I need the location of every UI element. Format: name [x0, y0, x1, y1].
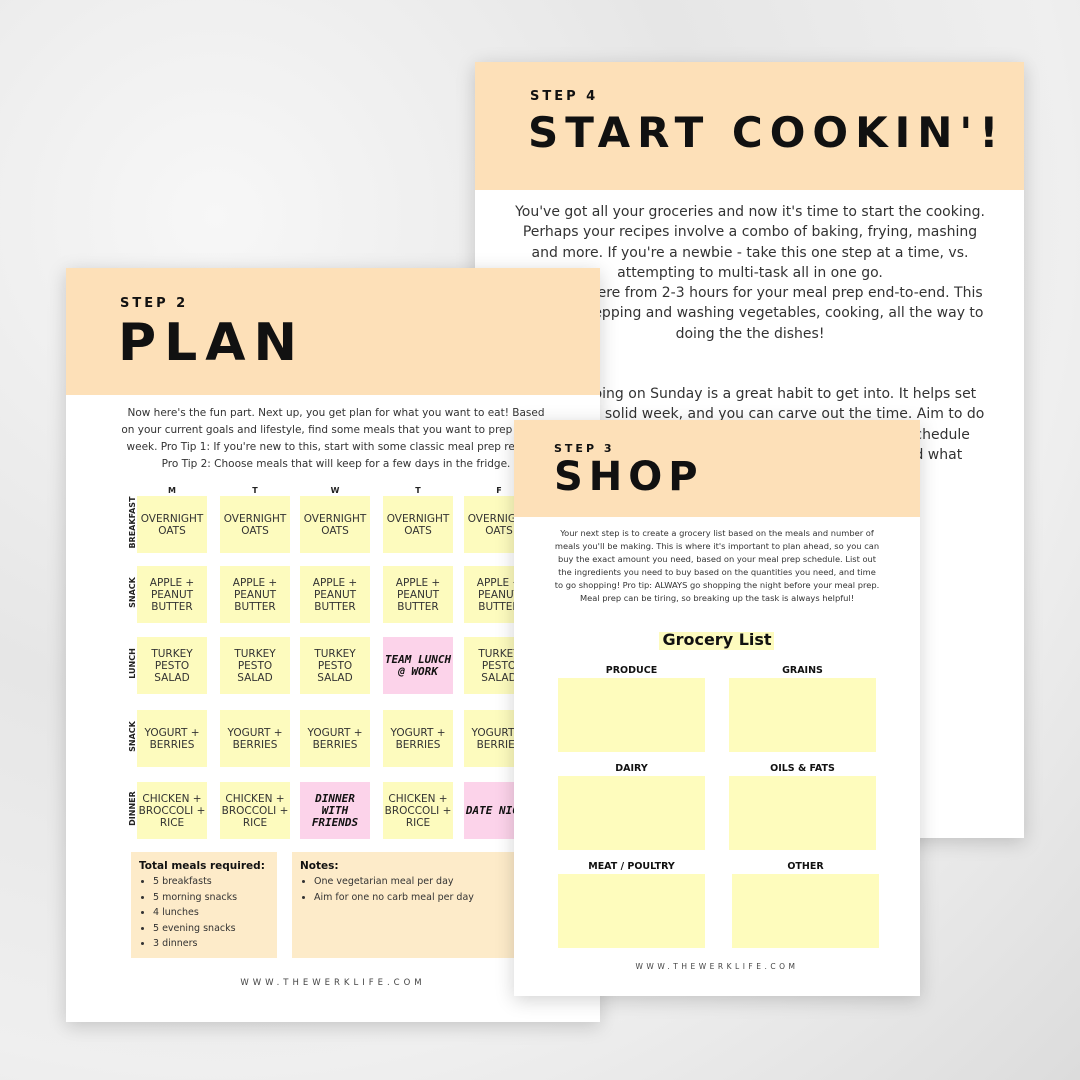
footer-url: WWW.THEWERKLIFE.COM: [635, 962, 799, 971]
step3-page: STEP 3 SHOP Your next step is to create …: [514, 420, 920, 996]
grocery-box[interactable]: [558, 874, 705, 948]
intro-text: Now here's the fun part. Next up, you ge…: [121, 407, 551, 470]
meal-cell[interactable]: DINNER WITH FRIENDS: [300, 782, 370, 839]
meal-cell[interactable]: APPLE + PEANUT BUTTER: [220, 566, 290, 623]
meal-cell[interactable]: CHICKEN + BROCCOLI + RICE: [137, 782, 207, 839]
category-label: DAIRY: [615, 763, 648, 774]
day-header: W: [330, 486, 340, 495]
list-item: 5 morning snacks: [153, 890, 269, 906]
category-label: MEAT / POULTRY: [588, 861, 675, 872]
meal-cell[interactable]: CHICKEN + BROCCOLI + RICE: [383, 782, 453, 839]
meal-cell[interactable]: CHICKEN + BROCCOLI + RICE: [220, 782, 290, 839]
step3-header: STEP 3 SHOP: [514, 420, 920, 517]
meal-cell[interactable]: YOGURT + BERRIES: [220, 710, 290, 767]
day-header: T: [252, 486, 258, 495]
meal-cell[interactable]: YOGURT + BERRIES: [137, 710, 207, 767]
grocery-box[interactable]: [729, 776, 876, 850]
meal-cell[interactable]: APPLE + PEANUT BUTTER: [137, 566, 207, 623]
meal-cell[interactable]: TURKEY PESTO SALAD: [300, 637, 370, 694]
total-meals-title: Total meals required:: [139, 860, 265, 872]
row-label: SNACK: [128, 577, 137, 608]
grocery-list-title: Grocery List: [662, 630, 772, 649]
meal-cell[interactable]: YOGURT + BERRIES: [300, 710, 370, 767]
step2-header: STEP 2 PLAN: [66, 268, 600, 395]
category-label: OILS & FATS: [770, 763, 835, 774]
list-item: 5 breakfasts: [153, 874, 269, 890]
meal-cell[interactable]: TURKEY PESTO SALAD: [137, 637, 207, 694]
notes-title: Notes:: [300, 860, 339, 872]
day-header: T: [415, 486, 421, 495]
page-title: PLAN: [118, 313, 306, 373]
category-label: PRODUCE: [605, 665, 658, 676]
step-label: STEP 2: [120, 296, 189, 311]
category-label: GRAINS: [782, 665, 823, 676]
meal-cell[interactable]: APPLE + PEANUT BUTTER: [300, 566, 370, 623]
grocery-box[interactable]: [558, 678, 705, 752]
grocery-box[interactable]: [732, 874, 879, 948]
row-label: DINNER: [128, 791, 137, 826]
row-label: SNACK: [128, 721, 137, 752]
meal-cell[interactable]: OVERNIGHT OATS: [220, 496, 290, 553]
total-meals-box: Total meals required: 5 breakfasts5 morn…: [131, 852, 277, 958]
meal-cell[interactable]: OVERNIGHT OATS: [300, 496, 370, 553]
meal-cell[interactable]: TURKEY PESTO SALAD: [220, 637, 290, 694]
day-header: M: [168, 486, 176, 495]
notes-box: Notes: One vegetarian meal per dayAim fo…: [292, 852, 552, 958]
grocery-box[interactable]: [729, 678, 876, 752]
page-title: SHOP: [554, 454, 704, 500]
list-item: 4 lunches: [153, 905, 269, 921]
meal-cell[interactable]: OVERNIGHT OATS: [383, 496, 453, 553]
list-item: 3 dinners: [153, 936, 269, 952]
step-label: STEP 4: [530, 89, 599, 104]
step4-header: STEP 4 START COOKIN'!: [475, 62, 1024, 190]
list-item: 5 evening snacks: [153, 921, 269, 937]
meal-cell[interactable]: OVERNIGHT OATS: [137, 496, 207, 553]
row-label: LUNCH: [128, 648, 137, 679]
page-title: START COOKIN'!: [528, 108, 1006, 157]
list-item: One vegetarian meal per day: [314, 874, 544, 890]
category-label: OTHER: [787, 861, 824, 872]
row-label: BREAKFAST: [128, 496, 137, 549]
list-item: Aim for one no carb meal per day: [314, 890, 544, 906]
grocery-box[interactable]: [558, 776, 705, 850]
meal-cell[interactable]: APPLE + PEANUT BUTTER: [383, 566, 453, 623]
meal-cell[interactable]: TEAM LUNCH @ WORK: [383, 637, 453, 694]
intro-text: Your next step is to create a grocery li…: [554, 528, 880, 603]
meal-cell[interactable]: YOGURT + BERRIES: [383, 710, 453, 767]
